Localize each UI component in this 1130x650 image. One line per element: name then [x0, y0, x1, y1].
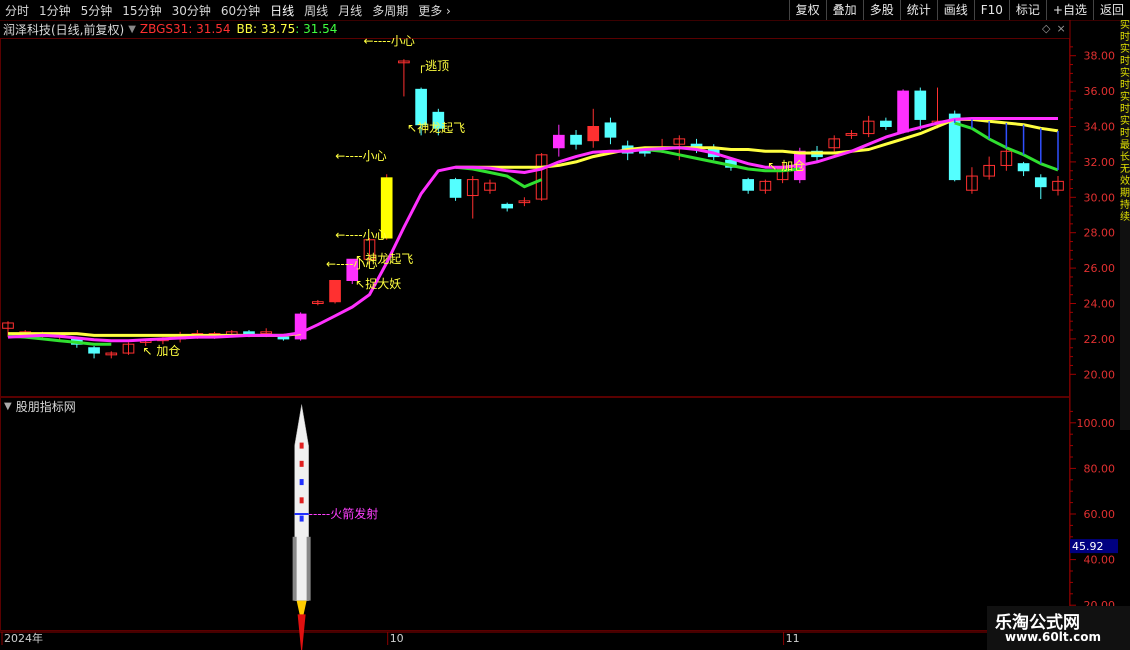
- y2-tick-label: 40.00: [1084, 554, 1116, 567]
- annotation-shenlong-2: ↖神龙起飞: [407, 121, 465, 135]
- annotation-xiaoxin-3: ←----小心: [335, 149, 386, 163]
- side-info-strip: 实时实时实时实时实时最长无效期持续: [1120, 20, 1130, 430]
- candle-body: [1017, 163, 1030, 172]
- current-value-label: 45.92: [1072, 540, 1104, 553]
- zbgs-magenta-line: [7, 117, 1058, 343]
- candle-body: [449, 179, 462, 198]
- y-tick-label: 20.00: [1084, 368, 1116, 381]
- candle-body: [897, 90, 909, 133]
- y2-tick-label: 60.00: [1084, 508, 1116, 521]
- y-tick-label: 38.00: [1084, 50, 1116, 63]
- kline-chart[interactable]: 20.00 22.00 24.00 26.00 28.00 30.00 32.00 34.00…: [0, 0, 1130, 650]
- candle-body: [1034, 177, 1047, 188]
- rocket-marking: [299, 460, 304, 467]
- annotation-xiaoxin-2: ←----小心: [335, 228, 386, 242]
- candle-body: [88, 347, 100, 354]
- annotation-jiacang-2: ↖ 加仓: [767, 159, 805, 173]
- main-panel-frame: [0, 38, 1070, 397]
- candle-body: [277, 336, 290, 340]
- candle-body: [552, 134, 565, 149]
- candle-body: [243, 331, 255, 335]
- rocket-fin-left: [292, 536, 297, 601]
- rocket-marking: [299, 515, 304, 522]
- rocket-marking: [299, 442, 304, 449]
- candle-body: [742, 179, 755, 191]
- y-tick-label: 22.00: [1084, 333, 1116, 346]
- annotation-xiaoxin-4: ←----小心: [363, 34, 414, 48]
- annotation-taoding: ┌逃顶: [418, 59, 449, 73]
- annotation-xiaoxin-1: ←----小心: [326, 257, 377, 271]
- candle-body: [604, 122, 617, 138]
- y-tick-label: 36.00: [1084, 85, 1116, 98]
- time-axis-label: 10: [390, 632, 404, 645]
- candle-body: [329, 279, 341, 303]
- watermark-url: www.60lt.com: [1005, 630, 1102, 644]
- rocket-label: -----火箭发射: [309, 506, 379, 521]
- annotation-jiacang-1: ↖ 加仓: [142, 344, 180, 358]
- indicator-panel-frame: [0, 397, 1070, 631]
- candle-body: [880, 120, 892, 128]
- y-tick-label: 26.00: [1084, 262, 1116, 275]
- bb-yellow-line: [8, 117, 1059, 337]
- annotation-zhuoyao: ↖捉大妖: [355, 276, 401, 291]
- candle-body: [914, 90, 927, 120]
- candle-body: [570, 134, 582, 145]
- bb-green-line: [7, 121, 1059, 346]
- rocket-fin-right: [306, 536, 311, 601]
- candle-body: [639, 150, 651, 154]
- y-tick-label: 24.00: [1084, 298, 1116, 311]
- candle-body: [501, 203, 514, 209]
- candle-body: [587, 126, 600, 142]
- watermark: 乐淘公式网 www.60lt.com: [987, 606, 1130, 650]
- y2-tick-label: 80.00: [1084, 462, 1116, 475]
- rocket-marking: [299, 497, 304, 504]
- time-axis-label: 2024年: [4, 631, 43, 645]
- time-axis-label: 11: [786, 632, 800, 645]
- y-tick-label: 34.00: [1084, 121, 1116, 134]
- rocket-marking: [299, 479, 304, 486]
- y2-tick-label: 100.00: [1077, 417, 1116, 430]
- y-tick-label: 28.00: [1084, 227, 1116, 240]
- candle-body: [415, 88, 427, 126]
- y-tick-label: 32.00: [1084, 156, 1116, 169]
- y-tick-label: 30.00: [1084, 191, 1116, 204]
